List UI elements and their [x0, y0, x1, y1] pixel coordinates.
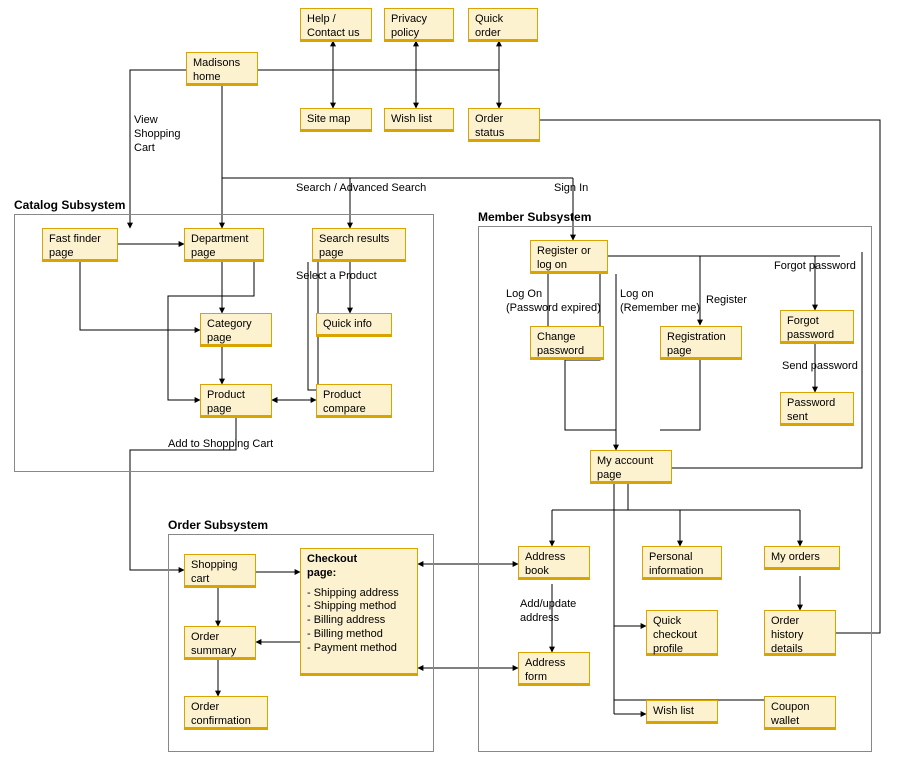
node-order-history-details: Orderhistorydetails	[764, 610, 836, 656]
node-forgot-password: Forgotpassword	[780, 310, 854, 344]
node-product-page: Productpage	[200, 384, 272, 418]
node-wish-list-member: Wish list	[646, 700, 718, 724]
node-order-confirmation: Orderconfirmation	[184, 696, 268, 730]
node-wish-list-top: Wish list	[384, 108, 454, 132]
node-my-orders: My orders	[764, 546, 840, 570]
node-shopping-cart: Shoppingcart	[184, 554, 256, 588]
node-register-logon: Register orlog on	[530, 240, 608, 274]
site-map-diagram: Help /Contact us Privacypolicy Quickorde…	[0, 0, 904, 768]
node-quick-checkout-profile: Quickcheckoutprofile	[646, 610, 718, 656]
title-catalog-subsystem: Catalog Subsystem	[14, 198, 125, 212]
title-order-subsystem: Order Subsystem	[168, 518, 268, 532]
node-order-summary: Ordersummary	[184, 626, 256, 660]
node-order-status: Orderstatus	[468, 108, 540, 142]
node-personal-info: Personalinformation	[642, 546, 722, 580]
title-member-subsystem: Member Subsystem	[478, 210, 591, 224]
node-search-results: Search resultspage	[312, 228, 406, 262]
node-address-book: Addressbook	[518, 546, 590, 580]
node-coupon-wallet: Couponwallet	[764, 696, 836, 730]
node-help-contact: Help /Contact us	[300, 8, 372, 42]
checkout-items: - Shipping address- Shipping method- Bil…	[307, 587, 411, 656]
label-sign-in: Sign In	[554, 182, 588, 196]
node-site-map: Site map	[300, 108, 372, 132]
node-change-password: Changepassword	[530, 326, 604, 360]
node-department-page: Departmentpage	[184, 228, 264, 262]
node-password-sent: Passwordsent	[780, 392, 854, 426]
node-checkout-page: Checkoutpage: - Shipping address- Shippi…	[300, 548, 418, 676]
node-quick-info: Quick info	[316, 313, 392, 337]
node-madisons-home: Madisonshome	[186, 52, 258, 86]
label-search: Search / Advanced Search	[296, 182, 426, 196]
node-fast-finder: Fast finderpage	[42, 228, 118, 262]
node-my-account: My accountpage	[590, 450, 672, 484]
node-category-page: Categorypage	[200, 313, 272, 347]
node-product-compare: Productcompare	[316, 384, 392, 418]
node-privacy-policy: Privacypolicy	[384, 8, 454, 42]
label-view-cart: ViewShoppingCart	[134, 114, 181, 155]
checkout-title: Checkoutpage:	[307, 553, 411, 581]
node-registration-page: Registrationpage	[660, 326, 742, 360]
node-address-form: Addressform	[518, 652, 590, 686]
node-quick-order: Quickorder	[468, 8, 538, 42]
